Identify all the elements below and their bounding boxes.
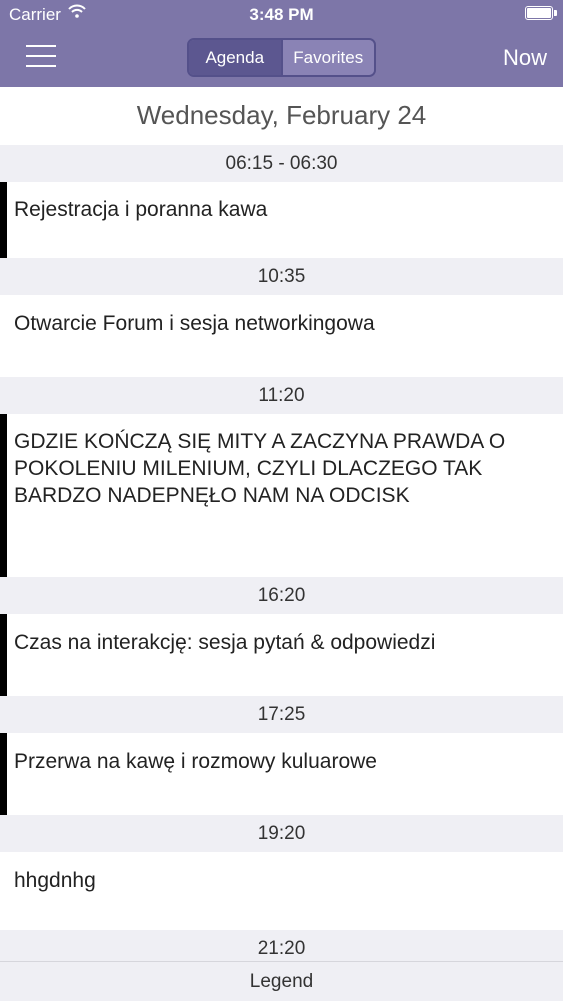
time-slot-header: 11:20: [0, 377, 563, 414]
agenda-event[interactable]: Rejestracja i poranna kawa: [0, 182, 563, 258]
event-title: Otwarcie Forum i sesja networkingowa: [14, 312, 375, 335]
time-slot-header: 19:20: [0, 815, 563, 852]
time-slot-header: 17:25: [0, 696, 563, 733]
menu-bar-icon-line: [26, 65, 56, 67]
legend-button[interactable]: Legend: [0, 961, 563, 1001]
agenda-event[interactable]: GDZIE KOŃCZĄ SIĘ MITY A ZACZYNA PRAWDA O…: [0, 414, 563, 577]
view-segmented-control: Agenda Favorites: [187, 38, 376, 77]
agenda-event[interactable]: Czas na interakcję: sesja pytań & odpowi…: [0, 614, 563, 696]
menu-button[interactable]: [26, 44, 56, 68]
menu-bar-icon-line: [26, 45, 56, 47]
event-title: hhgdnhg: [14, 869, 96, 892]
menu-bar-icon-line: [26, 55, 56, 57]
now-button[interactable]: Now: [503, 45, 547, 71]
status-time: 3:48 PM: [249, 5, 314, 24]
navigation-bar: Carrier 3:48 PM Agenda Favorites Now: [0, 0, 563, 87]
battery-icon: [525, 6, 557, 20]
status-bar: Carrier 3:48 PM: [0, 0, 563, 30]
agenda-event[interactable]: hhgdnhg: [0, 852, 563, 930]
event-title: Przerwa na kawę i rozmowy kuluarowe: [14, 750, 377, 773]
event-title: Rejestracja i poranna kawa: [14, 198, 268, 221]
date-header: Wednesday, February 24: [136, 100, 427, 130]
time-slot-header: 16:20: [0, 577, 563, 614]
agenda-event[interactable]: Otwarcie Forum i sesja networkingowa: [0, 295, 563, 377]
event-title: Czas na interakcję: sesja pytań & odpowi…: [14, 631, 436, 654]
event-title: GDZIE KOŃCZĄ SIĘ MITY A ZACZYNA PRAWDA O…: [14, 430, 506, 507]
agenda-event[interactable]: Przerwa na kawę i rozmowy kuluarowe: [0, 733, 563, 815]
agenda-tab[interactable]: Agenda: [189, 40, 281, 75]
agenda-list: 06:15 - 06:30 Rejestracja i poranna kawa…: [0, 145, 563, 967]
favorites-tab[interactable]: Favorites: [280, 40, 374, 75]
time-slot-header: 10:35: [0, 258, 563, 295]
time-slot-header: 06:15 - 06:30: [0, 145, 563, 182]
